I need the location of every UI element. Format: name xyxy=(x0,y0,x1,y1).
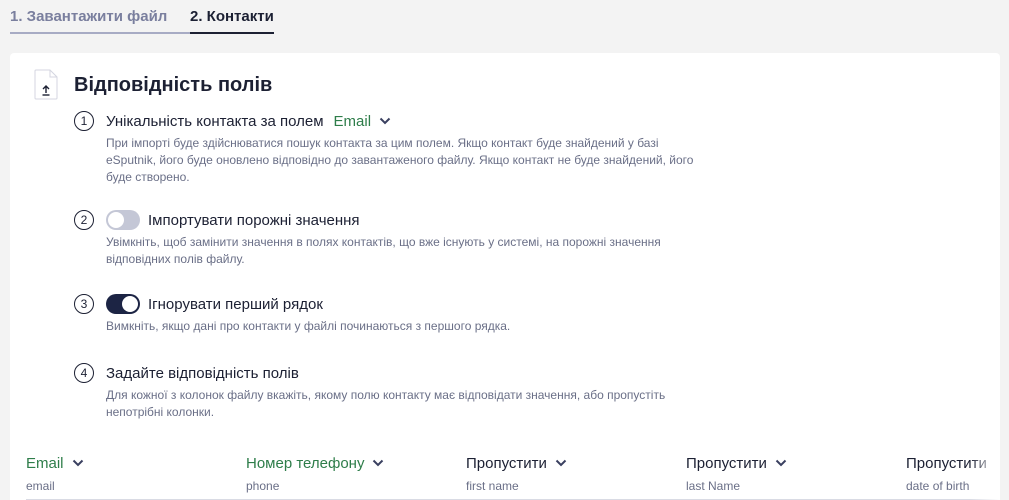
column-field-dropdown[interactable]: Номер телефону xyxy=(246,453,446,473)
chevron-down-icon xyxy=(379,117,391,125)
column-mapping-row: Email email Номер телефону phone Пропуст… xyxy=(26,453,1000,500)
column-field-value: Номер телефону xyxy=(246,454,365,472)
step-contacts[interactable]: 2. Контакти xyxy=(190,0,274,34)
scroll-fade xyxy=(970,453,1000,500)
import-empty-toggle[interactable] xyxy=(106,210,140,230)
step-number-4: 4 xyxy=(74,363,94,383)
chevron-down-icon xyxy=(373,459,384,467)
chevron-down-icon xyxy=(775,459,787,467)
column-mapping-first-name: Пропустити first name xyxy=(466,453,666,493)
column-field-dropdown[interactable]: Пропустити xyxy=(466,453,666,473)
step-number-3: 3 xyxy=(74,294,94,314)
uniqueness-description: При імпорті буде здійснюватися пошук кон… xyxy=(106,136,694,184)
file-column-name: email xyxy=(26,479,55,493)
unique-field-dropdown[interactable]: Email xyxy=(334,113,392,130)
file-column-name: first name xyxy=(466,479,519,493)
wizard-steps: 1. Завантажити файл 2. Контакти xyxy=(10,0,274,34)
field-mapping-description: Для кожної з колонок файлу вкажіть, яком… xyxy=(106,388,666,419)
file-column-name: last Name xyxy=(686,479,741,493)
step-upload-file[interactable]: 1. Завантажити файл xyxy=(10,0,190,34)
ignore-first-row-description: Вимкніть, якщо дані про контакти у файлі… xyxy=(106,319,511,333)
column-field-dropdown[interactable]: Email xyxy=(26,453,226,473)
ignore-first-row-toggle[interactable] xyxy=(106,294,140,314)
toggle-knob xyxy=(122,296,138,312)
field-mapping-card: Відповідність полів 1 Унікальність конта… xyxy=(10,53,1000,500)
chevron-down-icon xyxy=(72,459,83,467)
column-mapping-phone: Номер телефону phone xyxy=(246,453,446,493)
step-number-1: 1 xyxy=(74,111,94,131)
column-field-value: Пропустити xyxy=(686,454,767,472)
ignore-first-row-title: Ігнорувати перший рядок xyxy=(148,295,323,313)
column-field-value: Email xyxy=(26,454,64,472)
field-mapping-title: Задайте відповідність полів xyxy=(106,364,299,382)
file-upload-icon xyxy=(34,69,58,100)
section-title: Відповідність полів xyxy=(74,74,273,96)
column-mapping-last-name: Пропустити last Name xyxy=(686,453,886,493)
import-empty-title: Імпортувати порожні значення xyxy=(148,211,360,229)
chevron-down-icon xyxy=(555,459,567,467)
toggle-knob xyxy=(108,212,124,228)
import-empty-description: Увімкніть, щоб замінити значення в полях… xyxy=(106,235,661,266)
uniqueness-title: Унікальність контакта за полем xyxy=(106,112,324,130)
step-number-2: 2 xyxy=(74,210,94,230)
column-field-value: Пропустити xyxy=(466,454,547,472)
unique-field-value: Email xyxy=(333,112,372,130)
column-mapping-email: Email email xyxy=(26,453,226,493)
column-field-dropdown[interactable]: Пропустити xyxy=(686,453,886,473)
file-column-name: phone xyxy=(246,479,280,493)
